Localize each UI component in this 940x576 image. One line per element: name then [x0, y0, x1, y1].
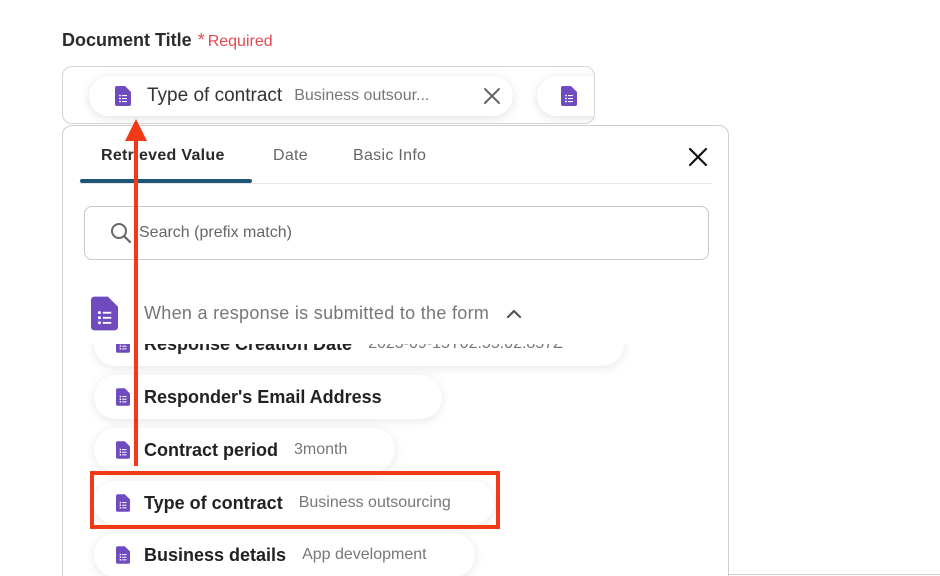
search-field[interactable]	[84, 206, 709, 260]
google-forms-doc-icon	[561, 86, 577, 106]
tab-bar: Retrieved Value Date Basic Info	[79, 126, 712, 184]
google-forms-doc-icon	[91, 296, 118, 331]
highlight-box	[90, 471, 500, 529]
chevron-up-icon[interactable]	[505, 305, 523, 323]
chip-close-icon[interactable]	[481, 85, 503, 107]
list-item[interactable]: Contract period 3month	[94, 428, 395, 472]
value-list: Response Creation Date 2023-09-15T02:55:…	[63, 344, 728, 576]
close-icon[interactable]	[687, 146, 709, 168]
item-label: Response Creation Date	[144, 344, 352, 355]
google-forms-doc-icon	[116, 388, 130, 406]
google-forms-doc-icon	[116, 546, 130, 564]
second-value-chip[interactable]	[537, 76, 594, 116]
document-title-input[interactable]: Type of contract Business outsour...	[62, 66, 595, 124]
tab-retrieved-value[interactable]: Retrieved Value	[101, 147, 225, 165]
selected-value-chip[interactable]: Type of contract Business outsour...	[89, 76, 513, 116]
chip-title: Type of contract	[147, 85, 283, 106]
list-item[interactable]: Business details App development	[94, 533, 475, 576]
divider	[729, 574, 940, 575]
item-label: Business details	[144, 544, 287, 565]
section-header[interactable]: When a response is submitted to the form	[91, 296, 523, 331]
item-value: 2023-09-15T02:55:02.857Z	[368, 344, 563, 353]
google-forms-doc-icon	[115, 86, 131, 106]
required-asterisk: *	[197, 30, 205, 50]
required-text: Required	[207, 33, 273, 50]
document-title-label: Document Title * Required	[62, 30, 273, 51]
item-value: 3month	[294, 441, 348, 458]
list-item[interactable]: Responder's Email Address	[94, 375, 442, 419]
section-title: When a response is submitted to the form	[144, 303, 490, 323]
active-tab-indicator	[80, 179, 252, 183]
list-item[interactable]: Response Creation Date 2023-09-15T02:55:…	[94, 344, 624, 366]
field-title: Document Title	[62, 30, 192, 50]
search-icon	[111, 223, 132, 244]
item-value: App development	[302, 546, 427, 563]
google-forms-doc-icon	[116, 344, 130, 353]
item-label: Contract period	[144, 439, 279, 460]
search-input[interactable]	[139, 224, 679, 242]
google-forms-doc-icon	[116, 441, 130, 459]
item-label: Responder's Email Address	[144, 386, 382, 407]
tab-date[interactable]: Date	[273, 147, 308, 165]
tab-basic-info[interactable]: Basic Info	[353, 147, 426, 165]
chip-value: Business outsour...	[294, 87, 430, 104]
